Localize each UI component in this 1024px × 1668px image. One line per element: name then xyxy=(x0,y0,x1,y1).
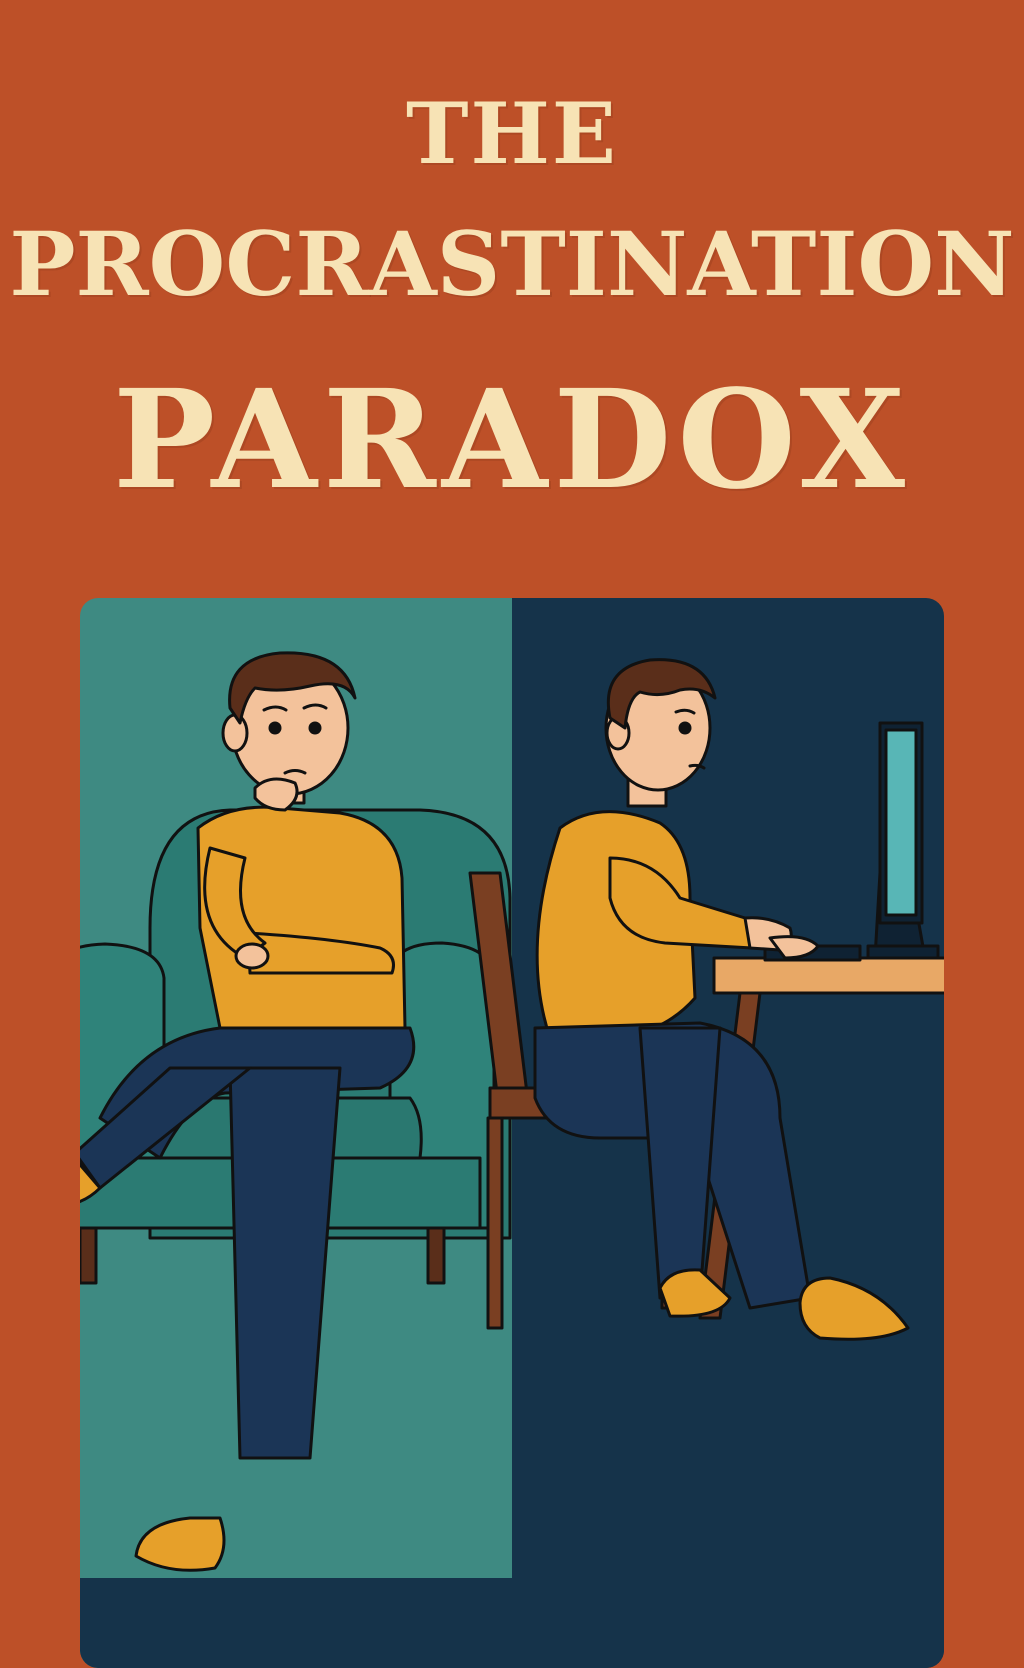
hand-at-chin xyxy=(253,777,299,812)
eye xyxy=(308,721,322,735)
desk-top xyxy=(712,956,944,995)
floor xyxy=(80,1578,944,1668)
wooden-chair-leg xyxy=(486,1116,504,1330)
armchair-leg xyxy=(80,1226,98,1285)
hand-on-lap xyxy=(234,942,270,970)
eye xyxy=(678,721,692,735)
armchair-leg xyxy=(426,1226,446,1285)
book-cover: THE PROCRASTINATION PARADOX xyxy=(0,0,1024,1668)
mouse-pad xyxy=(866,944,940,960)
monitor-screen xyxy=(884,728,918,917)
eye xyxy=(268,721,282,735)
ear xyxy=(221,713,249,753)
title-line-3: PARADOX xyxy=(113,360,911,520)
title-line-2: PROCRASTINATION xyxy=(9,212,1015,316)
title-block: THE PROCRASTINATION PARADOX xyxy=(0,0,1024,560)
cover-illustration xyxy=(80,598,944,1668)
title-line-1: THE xyxy=(406,84,618,183)
